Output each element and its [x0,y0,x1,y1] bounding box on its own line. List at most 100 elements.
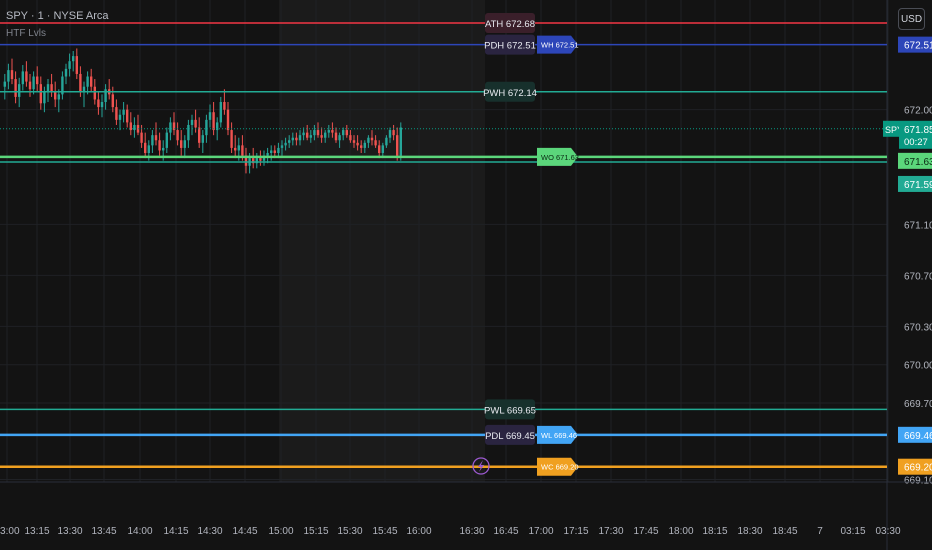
candle[interactable] [349,135,352,141]
candle[interactable] [352,140,356,143]
candle[interactable] [57,94,60,100]
candle[interactable] [165,132,168,148]
candle[interactable] [90,76,93,87]
candle[interactable] [295,137,298,141]
candle[interactable] [158,140,161,151]
candle[interactable] [345,130,348,136]
candle[interactable] [284,142,287,146]
candle[interactable] [180,140,183,148]
candle[interactable] [270,150,273,154]
candle[interactable] [147,145,150,154]
candle[interactable] [133,124,136,131]
candle[interactable] [10,70,14,80]
candle[interactable] [226,109,230,131]
candle[interactable] [230,130,233,148]
candle[interactable] [342,130,345,136]
candle[interactable] [36,76,39,85]
candle[interactable] [39,84,42,104]
candle[interactable] [25,71,28,82]
candle[interactable] [32,76,35,90]
candle[interactable] [208,112,212,120]
candle[interactable] [381,145,384,154]
candle[interactable] [68,61,71,69]
candle[interactable] [86,76,89,87]
candle[interactable] [331,130,334,133]
candle[interactable] [306,132,309,138]
candle[interactable] [3,81,6,87]
candle[interactable] [327,130,330,133]
candle[interactable] [334,132,338,141]
candle[interactable] [273,150,276,154]
candle[interactable] [28,81,32,90]
candle[interactable] [392,130,395,136]
candle[interactable] [72,56,75,62]
candle[interactable] [223,102,226,110]
symbol-title[interactable]: SPY · 1 · NYSE Arca [6,10,109,22]
candle[interactable] [313,130,316,136]
candle[interactable] [370,137,374,141]
candle[interactable] [169,122,172,133]
candle[interactable] [54,91,57,100]
candle[interactable] [183,140,186,148]
candle[interactable] [82,86,86,92]
candle[interactable] [46,84,50,92]
candle[interactable] [14,79,17,97]
candle[interactable] [43,91,46,104]
candle[interactable] [201,135,204,143]
candle[interactable] [266,153,269,156]
candle[interactable] [288,140,291,143]
candle[interactable] [399,127,402,156]
candle[interactable] [291,137,294,141]
indicator-name[interactable]: HTF Lvls [6,28,46,39]
candle[interactable] [363,142,366,148]
candle[interactable] [324,132,327,138]
candle[interactable] [367,137,370,143]
candle[interactable] [298,135,302,141]
candle[interactable] [50,84,53,92]
candle[interactable] [118,114,122,120]
candle[interactable] [378,145,381,154]
currency-button[interactable]: USD [898,8,925,30]
candle[interactable] [356,142,359,146]
candle[interactable] [187,124,190,141]
candle[interactable] [277,147,280,154]
candle[interactable] [385,137,388,146]
candle[interactable] [198,127,201,143]
candle[interactable] [151,135,154,146]
candle[interactable] [115,107,118,120]
candle[interactable] [237,145,240,151]
candle[interactable] [309,135,312,138]
candle[interactable] [97,99,100,108]
candle[interactable] [75,56,78,74]
candle[interactable] [374,140,377,146]
candle[interactable] [360,145,363,148]
candle[interactable] [234,147,237,151]
candle[interactable] [79,73,82,92]
candle[interactable] [241,145,244,156]
candle[interactable] [126,109,129,123]
candle[interactable] [93,86,96,100]
candle[interactable] [154,135,158,141]
candle[interactable] [396,135,399,156]
candle[interactable] [302,132,305,136]
candle[interactable] [140,132,143,143]
candle[interactable] [320,135,323,138]
candle[interactable] [162,147,165,151]
candle[interactable] [7,70,10,82]
candle[interactable] [64,68,68,77]
candle[interactable] [194,119,197,128]
candle[interactable] [388,130,392,138]
candle[interactable] [190,119,194,125]
candle[interactable] [259,158,262,161]
candle[interactable] [212,112,215,131]
candle[interactable] [338,135,341,141]
candle[interactable] [176,130,179,141]
candle[interactable] [18,84,21,97]
candle[interactable] [100,102,104,108]
candle[interactable] [122,109,125,115]
candle[interactable] [21,71,24,85]
candle[interactable] [219,102,222,123]
candle[interactable] [111,94,114,108]
candle[interactable] [316,130,320,136]
candle[interactable] [280,145,284,148]
